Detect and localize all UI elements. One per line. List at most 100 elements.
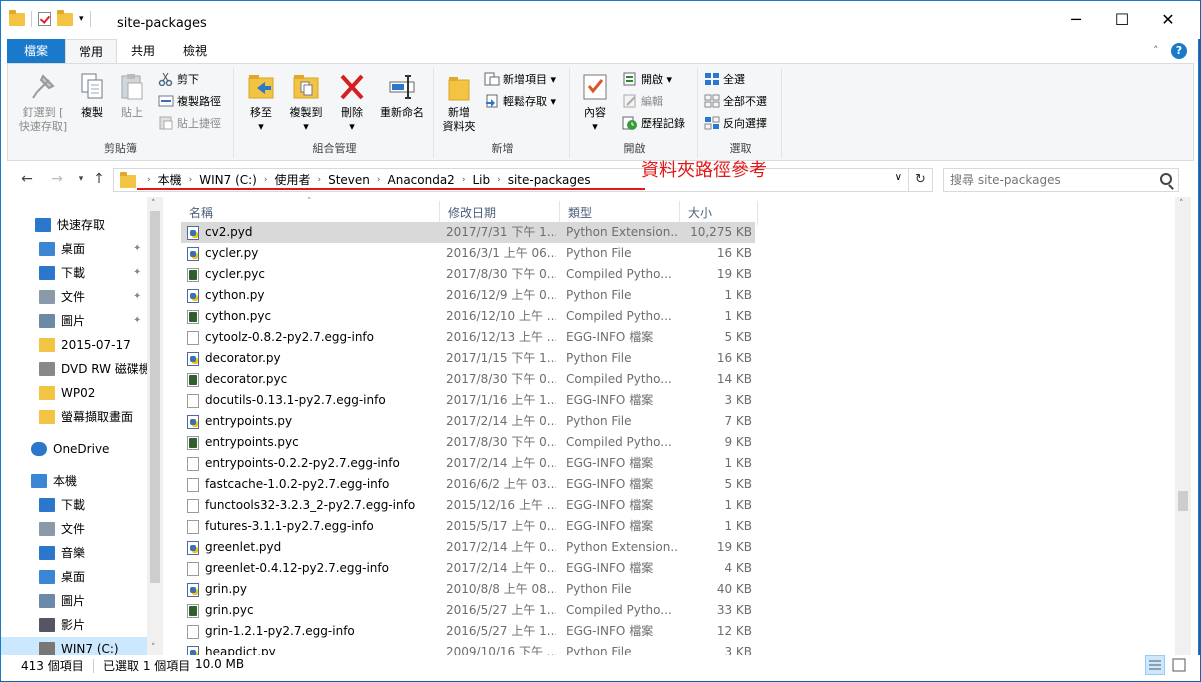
refresh-icon[interactable]: ↻ — [909, 168, 933, 192]
file-row[interactable]: fastcache-1.0.2-py2.7.egg-info 2016/6/2 上… — [181, 474, 755, 495]
easy-access-button[interactable]: 輕鬆存取 ▾ — [484, 92, 556, 112]
address-history-chevron-icon[interactable]: ∨ — [895, 172, 902, 183]
sidebar-item[interactable]: 桌面 ✦ — [1, 237, 147, 261]
file-row[interactable]: cython.pyc 2016/12/10 上午 ... Compiled Pyth… — [181, 306, 755, 327]
new-folder-icon[interactable] — [57, 9, 73, 26]
pin-icon: ✦ — [133, 315, 142, 326]
close-button[interactable]: ✕ — [1145, 1, 1191, 39]
select-none-button[interactable]: 全部不選 — [704, 92, 767, 112]
sidebar-item[interactable]: 下載 ✦ — [1, 261, 147, 285]
tab-view[interactable]: 檢視 — [169, 39, 221, 63]
copy-button[interactable]: 複製 — [74, 70, 110, 120]
file-row[interactable]: decorator.pyc 2017/8/30 下午 0... Compiled P… — [181, 369, 755, 390]
file-row[interactable]: cycler.py 2016/3/1 上午 06... Python File 16 … — [181, 243, 755, 264]
copy-path-icon — [158, 94, 174, 108]
file-row[interactable]: grin.pyc 2016/5/27 上午 1... Compiled Pytho.… — [181, 600, 755, 621]
back-arrow-icon[interactable]: ← — [17, 169, 37, 189]
edit-button[interactable]: 編輯 — [622, 92, 663, 112]
sidebar-item[interactable]: 圖片 — [1, 589, 147, 613]
recent-locations-chevron-icon[interactable]: ▾ — [71, 169, 91, 189]
maximize-button[interactable]: ☐ — [1099, 1, 1145, 39]
sidebar-item[interactable]: 2015-07-17 — [1, 333, 147, 357]
properties-button[interactable]: 內容 ▾ — [578, 70, 612, 134]
tab-share[interactable]: 共用 — [117, 39, 169, 63]
file-row[interactable]: cytoolz-0.8.2-py2.7.egg-info 2016/12/13 上… — [181, 327, 755, 348]
rename-icon — [388, 72, 416, 102]
new-folder-button[interactable]: 新增 資料夾 — [438, 70, 480, 134]
customize-toolbar-chevron-icon[interactable]: ▾ — [79, 14, 84, 24]
file-row[interactable]: grin-1.2.1-py2.7.egg-info 2016/5/27 上午 1.… — [181, 621, 755, 642]
select-all-button[interactable]: 全選 — [704, 70, 745, 90]
sidebar-item[interactable]: 圖片 ✦ — [1, 309, 147, 333]
file-row[interactable]: futures-3.1.1-py2.7.egg-info 2015/5/17 上午… — [181, 516, 755, 537]
file-row[interactable]: cv2.pyd 2017/7/31 下午 1... Python Extension… — [181, 222, 755, 243]
file-row[interactable]: docutils-0.13.1-py2.7.egg-info 2017/1/16 … — [181, 390, 755, 411]
navigation-pane-scroll-thumb[interactable] — [150, 211, 160, 583]
scroll-up-chevron-icon[interactable]: ˄ — [151, 199, 156, 209]
invert-selection-button[interactable]: 反向選擇 — [704, 114, 767, 134]
open-button[interactable]: 開啟 ▾ — [622, 70, 672, 90]
move-to-button[interactable]: 移至 ▾ — [240, 70, 282, 134]
file-row[interactable]: entrypoints.py 2017/2/14 上午 0... Python Fi… — [181, 411, 755, 432]
large-icons-view-button[interactable] — [1169, 655, 1189, 675]
sidebar-item-label: 快速存取 — [57, 218, 106, 232]
cut-button[interactable]: 剪下 — [158, 70, 199, 90]
sidebar-item[interactable]: WP02 — [1, 381, 147, 405]
rename-button[interactable]: 重新命名 — [374, 70, 430, 120]
file-size: 5 KB — [724, 330, 752, 344]
search-icon[interactable] — [1160, 173, 1172, 185]
sidebar-item[interactable]: 影片 — [1, 613, 147, 637]
search-input[interactable] — [950, 172, 1150, 188]
help-icon[interactable]: ? — [1171, 43, 1187, 59]
ribbon-collapse-chevron-icon[interactable]: ˄ — [1153, 44, 1159, 57]
scroll-down-chevron-icon[interactable]: ˅ — [151, 643, 156, 653]
file-row[interactable]: heapdict.py 2009/10/16 下午 ... Python File 3… — [181, 642, 755, 655]
copy-path-button[interactable]: 複製路徑 — [158, 92, 221, 112]
sidebar-item[interactable]: 桌面 — [1, 565, 147, 589]
properties-icon[interactable] — [38, 12, 51, 26]
file-list-scrollbar[interactable]: ˄ — [1175, 197, 1191, 655]
sidebar-item[interactable]: DVD RW 磁碟機 — [1, 357, 151, 381]
file-row[interactable]: grin.py 2010/8/8 上午 08... Python File 40 KB — [181, 579, 755, 600]
file-row[interactable]: decorator.py 2017/1/15 下午 1... Python File… — [181, 348, 755, 369]
details-view-button[interactable] — [1145, 655, 1165, 675]
history-button[interactable]: 歷程記錄 — [622, 114, 685, 134]
file-icon — [187, 394, 199, 408]
forward-arrow-icon[interactable]: → — [47, 169, 67, 189]
file-row[interactable]: cython.py 2016/12/9 上午 0... Python File 1 K… — [181, 285, 755, 306]
file-row[interactable]: entrypoints-0.2.2-py2.7.egg-info 2017/2/1… — [181, 453, 755, 474]
sidebar-item[interactable]: 螢幕擷取畫面 — [1, 405, 147, 429]
search-box[interactable] — [943, 168, 1179, 192]
file-date: 2016/12/13 上午 ... — [446, 330, 556, 344]
file-row[interactable]: greenlet.pyd 2017/2/14 上午 0... Python Exte… — [181, 537, 755, 558]
paste-shortcut-button[interactable]: 貼上捷徑 — [158, 114, 221, 134]
file-row[interactable]: greenlet-0.4.12-py2.7.egg-info 2017/2/14 … — [181, 558, 755, 579]
copy-to-button[interactable]: 複製到 ▾ — [284, 70, 328, 134]
pin-quick-access-button[interactable]: 釘選到 [ 快速存取] — [12, 70, 74, 134]
tab-home[interactable]: 常用 — [65, 39, 117, 63]
sidebar-item[interactable]: 文件 ✦ — [1, 285, 147, 309]
file-list-scroll-thumb[interactable] — [1178, 491, 1188, 511]
file-type: Python File — [566, 414, 632, 428]
delete-button[interactable]: 刪除 ▾ — [334, 70, 370, 134]
sidebar-item[interactable]: 本機 — [1, 469, 147, 493]
file-row[interactable]: functools32-3.2.3_2-py2.7.egg-info 2015/1… — [181, 495, 755, 516]
file-date: 2016/12/10 上午 ... — [446, 309, 556, 323]
sidebar-item[interactable]: 下載 — [1, 493, 147, 517]
sidebar-item[interactable]: 快速存取 — [1, 213, 147, 237]
file-row[interactable]: cycler.pyc 2017/8/30 下午 0... Compiled Pyth… — [181, 264, 755, 285]
file-size: 16 KB — [716, 246, 752, 260]
new-item-button[interactable]: 新增項目 ▾ — [484, 70, 556, 90]
paste-button[interactable]: 貼上 — [114, 70, 150, 120]
file-icon — [187, 562, 199, 576]
sidebar-item[interactable]: 音樂 — [1, 541, 147, 565]
tab-file[interactable]: 檔案 — [7, 39, 65, 63]
sidebar-item[interactable]: OneDrive — [1, 437, 147, 461]
sidebar-item[interactable]: 文件 — [1, 517, 147, 541]
file-row[interactable]: entrypoints.pyc 2017/8/30 下午 0... Compiled… — [181, 432, 755, 453]
up-arrow-icon[interactable]: ↑ — [89, 169, 109, 189]
navigation-pane-scrollbar[interactable]: ˄ ˅ — [147, 197, 163, 655]
minimize-button[interactable]: ─ — [1053, 1, 1099, 39]
file-name: futures-3.1.1-py2.7.egg-info — [205, 519, 374, 533]
scroll-up-chevron-icon[interactable]: ˄ — [1179, 199, 1184, 209]
